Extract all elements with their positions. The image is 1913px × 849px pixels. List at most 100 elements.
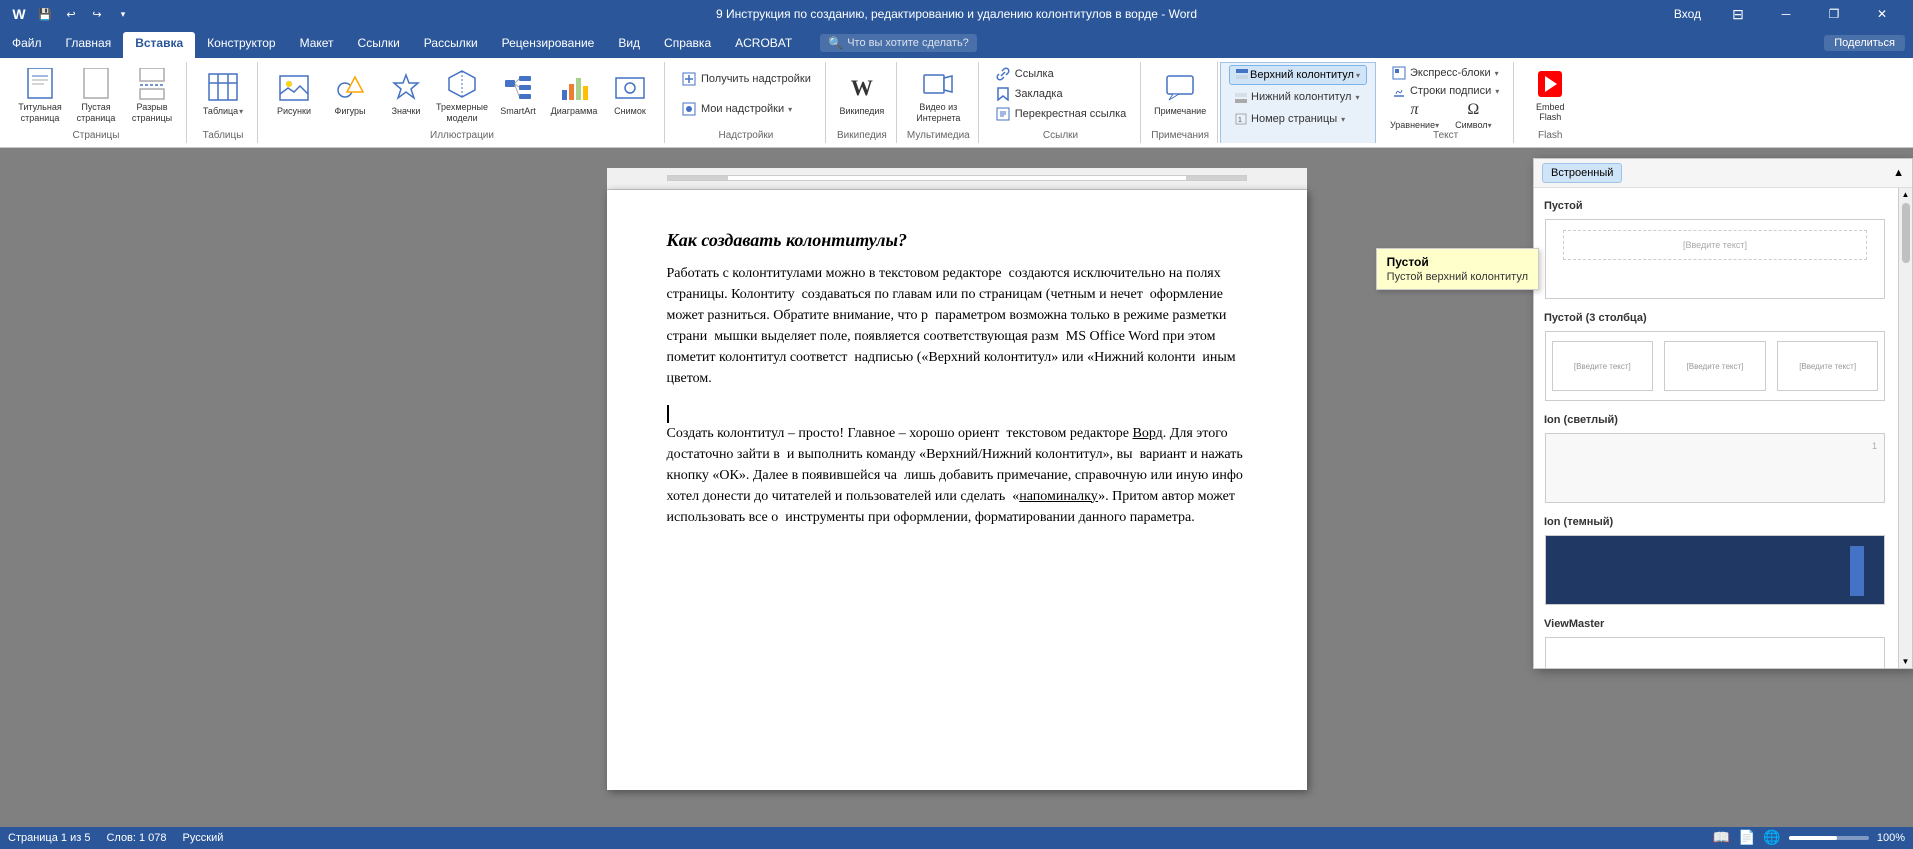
- quick-parts-arrow: ▾: [1495, 69, 1499, 78]
- tab-help[interactable]: Справка: [652, 32, 723, 58]
- tab-design[interactable]: Конструктор: [195, 32, 287, 58]
- undo-qat-button[interactable]: ↩: [60, 3, 82, 25]
- icons-button[interactable]: Значки: [380, 64, 432, 124]
- tab-view[interactable]: Вид: [606, 32, 652, 58]
- header-item-ion-dark[interactable]: [1544, 534, 1888, 606]
- bookmark-label: Закладка: [1015, 88, 1063, 100]
- addins-group-label: Надстройки: [719, 130, 774, 141]
- embed-flash-button[interactable]: Embed Flash: [1524, 64, 1576, 126]
- ribbon-display-button[interactable]: ⊟: [1715, 0, 1761, 28]
- blank-page-button[interactable]: Пустая страница: [70, 64, 122, 128]
- customize-qat-button[interactable]: ▾: [112, 3, 134, 25]
- web-view-button[interactable]: 🌐: [1763, 829, 1780, 846]
- section-label-ion-dark: Ion (темный): [1534, 508, 1898, 530]
- equation-button[interactable]: π Уравнение ▾: [1386, 100, 1443, 132]
- quick-parts-button[interactable]: Экспресс-блоки ▾: [1386, 64, 1505, 82]
- table-label: Таблица: [203, 106, 238, 116]
- tab-home[interactable]: Главная: [54, 32, 124, 58]
- save-qat-button[interactable]: 💾: [34, 3, 56, 25]
- cross-ref-button[interactable]: Перекрестная ссылка: [989, 104, 1133, 124]
- dropdown-body: Пустой [Введите текст] Пустой (3 столбца…: [1534, 188, 1912, 668]
- tables-group-content: Таблица ▾: [197, 64, 249, 128]
- sign-in-button[interactable]: Вход: [1662, 0, 1713, 28]
- header-item-ion-light[interactable]: 1: [1544, 432, 1888, 504]
- comment-button[interactable]: Примечание: [1154, 64, 1206, 124]
- close-button[interactable]: ✕: [1859, 0, 1905, 28]
- page-number-button[interactable]: 1 Номер страницы ▾: [1229, 109, 1367, 129]
- ribbon-group-text: Экспресс-блоки ▾ Строки подписи ▾ π Урав…: [1378, 62, 1514, 143]
- tab-acrobat[interactable]: ACROBAT: [723, 32, 804, 58]
- section-label-viewmaster: ViewMaster: [1534, 610, 1898, 632]
- hyperlink-button[interactable]: Ссылка: [989, 64, 1133, 84]
- builtin-filter-button[interactable]: Встроенный: [1542, 163, 1622, 183]
- scrollbar-up[interactable]: ▲: [1900, 188, 1912, 201]
- dropdown-scroll-area[interactable]: Пустой [Введите текст] Пустой (3 столбца…: [1534, 188, 1898, 668]
- wikipedia-button[interactable]: W Википедия: [836, 64, 888, 124]
- signature-lines-label: Строки подписи: [1410, 85, 1491, 97]
- header-item-3col[interactable]: [Введите текст] [Введите текст] [Введите…: [1544, 330, 1888, 402]
- text-group-content: Экспресс-блоки ▾ Строки подписи ▾ π Урав…: [1386, 64, 1505, 128]
- symbol-button[interactable]: Ω Символ ▾: [1451, 100, 1495, 132]
- get-addins-button[interactable]: Получить надстройки: [675, 69, 817, 89]
- my-addins-label: Мои надстройки: [701, 103, 784, 115]
- page-number-dropdown-arrow: ▾: [1341, 115, 1345, 124]
- header-button[interactable]: Верхний колонтитул ▾: [1229, 65, 1367, 85]
- language: Русский: [183, 832, 224, 844]
- tab-review[interactable]: Рецензирование: [490, 32, 607, 58]
- dropdown-header-bar: Встроенный ▲: [1534, 159, 1912, 188]
- blank-page-label: Пустая страница: [72, 102, 120, 124]
- table-button[interactable]: Таблица ▾: [197, 64, 249, 124]
- chart-label: Диаграмма: [551, 106, 598, 116]
- section-label-ion-light: Ion (светлый): [1534, 406, 1898, 428]
- get-addins-label: Получить надстройки: [701, 73, 811, 85]
- thumb-cell-1: [Введите текст]: [1552, 341, 1653, 391]
- equation-icon: π: [1407, 102, 1423, 118]
- bookmark-button[interactable]: Закладка: [989, 84, 1133, 104]
- wikipedia-group-content: W Википедия: [836, 64, 888, 128]
- pictures-button[interactable]: Рисунки: [268, 64, 320, 124]
- window-controls: Вход ⊟ ─ ❐ ✕: [1662, 0, 1905, 28]
- 3col-thumbnail: [Введите текст] [Введите текст] [Введите…: [1545, 331, 1885, 401]
- word-count: Слов: 1 078: [106, 832, 166, 844]
- title-page-button[interactable]: Титульная страница: [14, 64, 66, 128]
- tab-mailings[interactable]: Рассылки: [412, 32, 490, 58]
- screenshot-button[interactable]: Снимок: [604, 64, 656, 124]
- chart-button[interactable]: Диаграмма: [548, 64, 600, 124]
- tab-file[interactable]: Файл: [0, 32, 54, 58]
- smartart-button[interactable]: SmartArt: [492, 64, 544, 124]
- page-number-label: Номер страницы: [1251, 113, 1337, 125]
- header-item-viewmaster[interactable]: [заголовок документа]: [1544, 636, 1888, 668]
- links-group-label: Ссылки: [1043, 130, 1078, 141]
- dropdown-scrollbar[interactable]: ▲ ▼: [1898, 188, 1912, 668]
- footer-icon: [1235, 91, 1247, 103]
- 3d-models-button[interactable]: Трехмерные модели: [436, 64, 488, 128]
- footer-button[interactable]: Нижний колонтитул ▾: [1229, 87, 1367, 107]
- tab-insert[interactable]: Вставка: [123, 32, 195, 58]
- page-break-button[interactable]: Разрыв страницы: [126, 64, 178, 128]
- zoom-slider[interactable]: [1789, 836, 1869, 840]
- minimize-button[interactable]: ─: [1763, 0, 1809, 28]
- search-icon: 🔍: [828, 36, 843, 50]
- document-page[interactable]: Как создавать колонтитулы? Работать с ко…: [607, 190, 1307, 790]
- signature-lines-button[interactable]: Строки подписи ▾: [1386, 82, 1505, 100]
- embed-flash-icon: [1534, 68, 1566, 100]
- my-addins-button[interactable]: Мои надстройки ▾: [675, 99, 817, 119]
- print-view-button[interactable]: 📄: [1738, 829, 1755, 846]
- view-controls: 📖 📄 🌐 100%: [1713, 829, 1905, 846]
- header-item-empty[interactable]: [Введите текст]: [1544, 218, 1888, 300]
- scrollbar-thumb[interactable]: [1902, 203, 1910, 263]
- scrollbar-down[interactable]: ▼: [1900, 655, 1912, 668]
- scroll-up-btn[interactable]: ▲: [1893, 167, 1904, 179]
- restore-button[interactable]: ❐: [1811, 0, 1857, 28]
- shapes-button[interactable]: Фигуры: [324, 64, 376, 124]
- redo-qat-button[interactable]: ↪: [86, 3, 108, 25]
- video-button[interactable]: Видео из Интернета: [912, 64, 964, 128]
- share-button[interactable]: Поделиться: [1824, 35, 1905, 51]
- tab-layout[interactable]: Макет: [288, 32, 346, 58]
- thumb-cell-2: [Введите текст]: [1664, 341, 1765, 391]
- read-view-button[interactable]: 📖: [1713, 829, 1730, 846]
- blank-page-icon: [80, 68, 112, 100]
- tab-references[interactable]: Ссылки: [346, 32, 412, 58]
- screenshot-icon: [614, 72, 646, 104]
- text-group-label: Текст: [1433, 130, 1458, 141]
